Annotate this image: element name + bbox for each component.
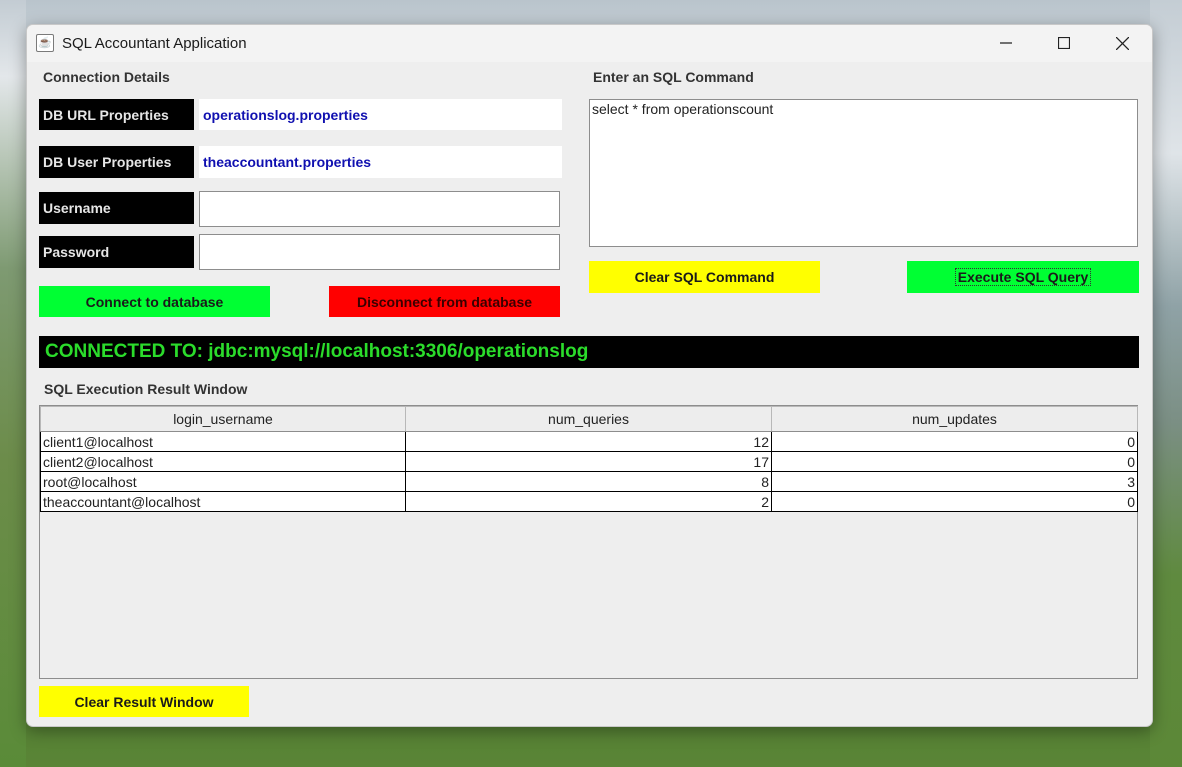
minimize-icon [1000,42,1012,44]
table-cell[interactable]: 0 [771,431,1138,452]
sql-command-textarea[interactable]: select * from operationscount [589,99,1138,247]
table-row[interactable]: client1@localhost 12 0 [40,431,1138,452]
window-title: SQL Accountant Application [62,35,247,52]
close-button[interactable] [1093,25,1151,61]
table-cell[interactable]: 0 [771,451,1138,472]
table-cell[interactable]: 0 [771,491,1138,512]
password-label: Password [39,236,194,268]
sql-command-label: Enter an SQL Command [593,69,754,85]
column-header-num-updates[interactable]: num_updates [771,406,1138,432]
password-input[interactable] [199,234,560,270]
title-bar[interactable]: ☕ SQL Accountant Application [27,25,1152,62]
table-cell[interactable]: 8 [405,471,772,492]
table-cell[interactable]: client2@localhost [40,451,406,472]
table-cell[interactable]: root@localhost [40,471,406,492]
result-table[interactable]: login_username num_queries num_updates c… [40,406,1138,512]
column-header-login-username[interactable]: login_username [40,406,406,432]
result-window-label: SQL Execution Result Window [44,381,248,397]
maximize-button[interactable] [1035,25,1093,61]
connection-status-bar: CONNECTED TO: jdbc:mysql://localhost:330… [39,336,1139,368]
disconnect-button[interactable]: Disconnect from database [329,286,560,317]
connection-details-label: Connection Details [43,69,170,85]
table-cell[interactable]: 17 [405,451,772,472]
minimize-button[interactable] [977,25,1035,61]
username-label: Username [39,192,194,224]
clear-sql-command-button[interactable]: Clear SQL Command [589,261,820,293]
table-cell[interactable]: 3 [771,471,1138,492]
column-header-num-queries[interactable]: num_queries [405,406,772,432]
desktop-background-left [0,0,26,767]
maximize-icon [1058,37,1070,49]
result-table-container[interactable]: login_username num_queries num_updates c… [39,405,1138,679]
table-row[interactable]: theaccountant@localhost 2 0 [40,491,1138,512]
table-row[interactable]: client2@localhost 17 0 [40,451,1138,472]
connect-button[interactable]: Connect to database [39,286,270,317]
username-input[interactable] [199,191,560,227]
table-cell[interactable]: theaccountant@localhost [40,491,406,512]
table-cell[interactable]: 2 [405,491,772,512]
db-user-properties-label: DB User Properties [39,146,194,178]
table-cell[interactable]: client1@localhost [40,431,406,452]
db-url-properties-field[interactable]: operationslog.properties [199,99,562,130]
close-icon [1115,36,1129,50]
table-cell[interactable]: 12 [405,431,772,452]
execute-sql-query-label: Execute SQL Query [954,268,1092,286]
app-window: ☕ SQL Accountant Application Connection … [26,24,1153,727]
execute-sql-query-button[interactable]: Execute SQL Query [907,261,1139,293]
desktop-background-right [1150,0,1182,767]
table-row[interactable]: root@localhost 8 3 [40,471,1138,492]
java-app-icon: ☕ [36,34,54,52]
clear-result-window-button[interactable]: Clear Result Window [39,686,249,717]
db-url-properties-label: DB URL Properties [39,99,194,130]
table-header-row: login_username num_queries num_updates [40,406,1138,432]
db-user-properties-field[interactable]: theaccountant.properties [199,146,562,178]
